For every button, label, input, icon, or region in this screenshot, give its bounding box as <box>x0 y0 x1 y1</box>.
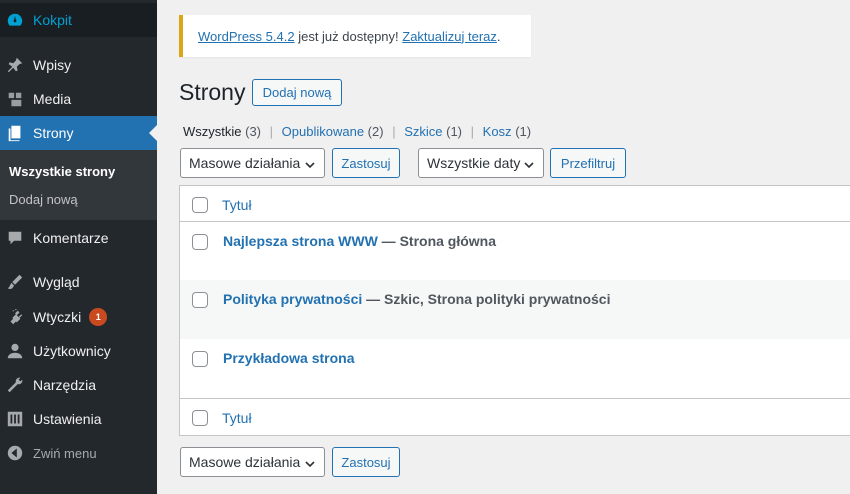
filter-separator: | <box>392 124 396 139</box>
pin-icon <box>5 55 25 75</box>
add-new-page-button[interactable]: Dodaj nową <box>252 79 342 106</box>
bulk-actions-select-bottom[interactable]: Masowe działania <box>180 447 325 477</box>
notice-text: jest już dostępny! <box>294 28 403 44</box>
wrench-icon <box>5 375 25 395</box>
chevron-down-icon <box>304 158 316 170</box>
sidebar-item-label: Kokpit <box>33 12 72 28</box>
sidebar-item-label: Narzędzia <box>33 377 97 393</box>
row-checkbox[interactable] <box>192 234 208 250</box>
page-state: — Strona główna <box>377 233 497 249</box>
sidebar-item-label: Wpisy <box>33 57 72 73</box>
filter-button[interactable]: Przefiltruj <box>550 148 626 178</box>
filter-separator: | <box>269 124 274 139</box>
date-filter-value: Wszystkie daty <box>427 155 521 171</box>
pages-icon <box>5 123 25 143</box>
table-row: Najlepsza strona WWW — Strona główna <box>180 222 850 280</box>
sidebar-item-label: Wygląd <box>33 274 80 290</box>
pages-table: Tytuł Najlepsza strona WWW — Strona głów… <box>179 185 850 436</box>
date-filter-select[interactable]: Wszystkie daty <box>418 148 544 178</box>
row-checkbox[interactable] <box>192 292 208 308</box>
page-title-link: Najlepsza strona WWW — Strona główna <box>223 233 496 249</box>
sidebar-item-label: Wtyczki <box>33 309 82 325</box>
page-link[interactable]: Polityka prywatności <box>223 291 362 307</box>
apply-button-bottom[interactable]: Zastosuj <box>332 447 400 477</box>
page-title-link: Przykładowa strona <box>223 350 355 366</box>
sidebar-item-label: Użytkownicy <box>33 343 111 359</box>
collapse-icon <box>5 443 25 463</box>
filter-separator: | <box>470 124 475 139</box>
user-icon <box>5 341 25 361</box>
page-title: Strony <box>179 79 246 105</box>
plugin-icon <box>5 307 25 327</box>
media-icon <box>5 89 25 109</box>
sidebar-item-label: Komentarze <box>33 230 109 246</box>
sidebar-item-media[interactable]: Media <box>0 82 157 116</box>
select-all-checkbox[interactable] <box>192 197 208 213</box>
sidebar-item-dashboard[interactable]: Kokpit <box>0 3 157 37</box>
chevron-down-icon <box>304 457 316 469</box>
filter-trash-count: (1) <box>515 124 532 139</box>
column-title-footer[interactable]: Tytuł <box>222 410 252 426</box>
status-filters: Wszystkie (3) | Opublikowane (2) | Szkic… <box>183 124 531 139</box>
sidebar-item-tools[interactable]: Narzędzia <box>0 368 157 402</box>
notice-period: . <box>496 28 501 44</box>
wordpress-version-link[interactable]: WordPress 5.4.2 <box>198 29 295 44</box>
filter-all-count: (3) <box>245 124 262 139</box>
brush-icon <box>5 272 25 292</box>
sidebar-item-label: Media <box>33 91 72 107</box>
sidebar-item-label: Strony <box>33 125 74 141</box>
active-indicator <box>149 125 157 141</box>
collapse-menu-button[interactable]: Zwiń menu <box>0 436 157 470</box>
sidebar-item-users[interactable]: Użytkownicy <box>0 334 157 368</box>
comment-icon <box>5 228 25 248</box>
submenu-item-add-new[interactable]: Dodaj nową <box>9 192 78 207</box>
sidebar-item-posts[interactable]: Wpisy <box>0 48 157 82</box>
filter-drafts[interactable]: Szkice <box>404 124 442 139</box>
sidebar-item-label: Zwiń menu <box>33 445 97 461</box>
filter-all[interactable]: Wszystkie <box>183 124 242 139</box>
filter-trash[interactable]: Kosz <box>483 124 512 139</box>
dashboard-icon <box>5 10 25 30</box>
sidebar-item-appearance[interactable]: Wygląd <box>0 265 157 299</box>
update-count-badge: 1 <box>89 308 108 326</box>
sidebar-item-label: Ustawienia <box>33 411 102 427</box>
select-all-checkbox-bottom[interactable] <box>192 410 208 426</box>
bulk-actions-select-top[interactable]: Masowe działania <box>180 148 325 178</box>
settings-icon <box>5 409 25 429</box>
pages-submenu: Wszystkie strony Dodaj nową <box>0 150 157 220</box>
page-title-link: Polityka prywatności — Szkic, Strona pol… <box>223 291 610 307</box>
admin-sidebar: Kokpit Wpisy Media Strony Wszystkie stro… <box>0 0 157 494</box>
bulk-actions-value: Masowe działania <box>189 155 301 171</box>
chevron-down-icon <box>523 158 535 170</box>
sidebar-item-plugins[interactable]: Wtyczki 1 <box>0 300 157 334</box>
page-state: — Szkic, Strona polityki prywatności <box>362 291 611 307</box>
sidebar-item-settings[interactable]: Ustawienia <box>0 402 157 436</box>
page-link[interactable]: Najlepsza strona WWW <box>223 233 378 249</box>
column-title-header[interactable]: Tytuł <box>222 197 252 213</box>
filter-drafts-count: (1) <box>446 124 463 139</box>
submenu-item-all-pages[interactable]: Wszystkie strony <box>9 164 115 179</box>
filter-published[interactable]: Opublikowane <box>282 124 364 139</box>
update-now-link[interactable]: Zaktualizuj teraz <box>402 29 497 44</box>
filter-published-count: (2) <box>367 124 384 139</box>
table-row: Polityka prywatności — Szkic, Strona pol… <box>180 280 850 339</box>
bulk-actions-value: Masowe działania <box>189 454 301 470</box>
sidebar-item-pages[interactable]: Strony <box>0 116 157 150</box>
apply-button-top[interactable]: Zastosuj <box>332 148 400 178</box>
table-header: Tytuł <box>180 186 850 222</box>
update-notice: WordPress 5.4.2 jest już dostępny! Zaktu… <box>179 15 531 57</box>
table-footer: Tytuł <box>180 400 850 436</box>
sidebar-item-comments[interactable]: Komentarze <box>0 221 157 255</box>
table-row: Przykładowa strona <box>180 339 850 399</box>
page-link[interactable]: Przykładowa strona <box>223 350 355 366</box>
row-checkbox[interactable] <box>192 351 208 367</box>
